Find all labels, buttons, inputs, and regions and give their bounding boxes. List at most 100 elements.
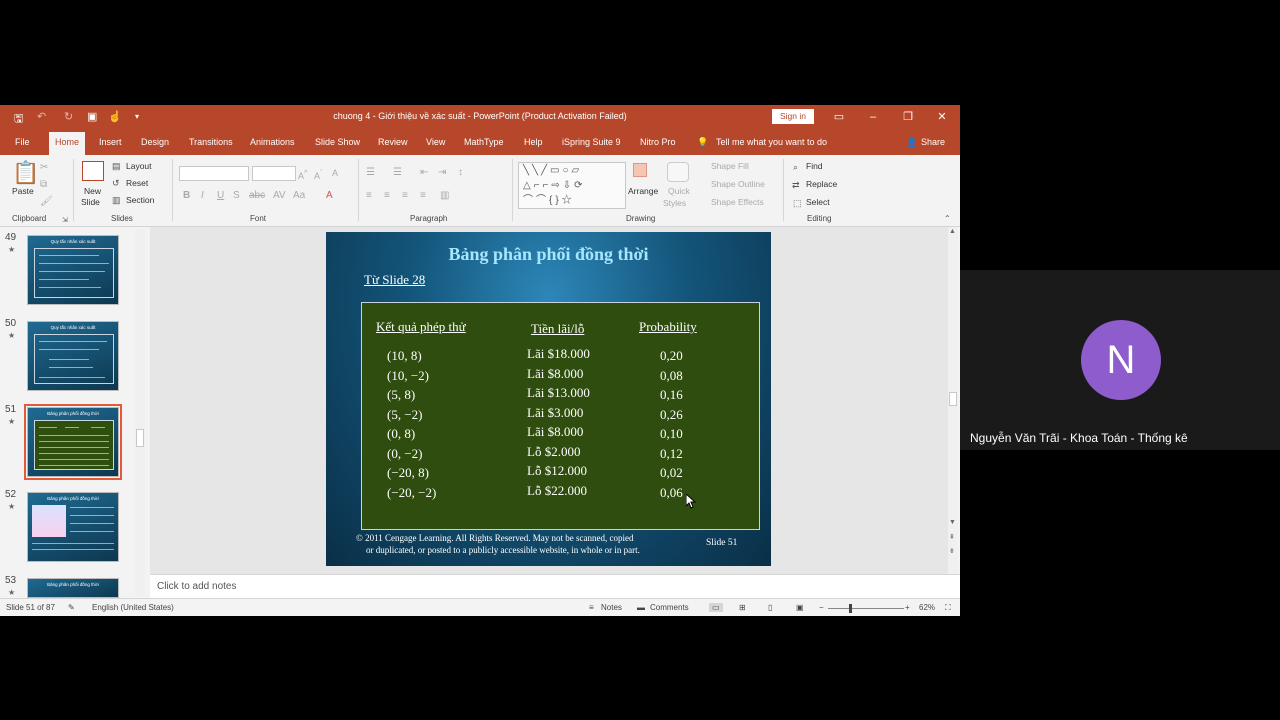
font-size-dropdown[interactable] <box>252 166 296 181</box>
slide-sorter-icon[interactable]: ⊞ <box>739 603 746 612</box>
footer-line-1: © 2011 Cengage Learning. All Rights Rese… <box>356 533 634 543</box>
find-button[interactable]: Find <box>806 161 823 171</box>
thumbnail-slide-52[interactable]: Bảng phân phối đồng thời <box>27 492 119 562</box>
line-spacing-icon[interactable]: ↕ <box>458 167 463 179</box>
editor-scrollbar[interactable]: ▲ ▼ ⇞ ⇟ <box>948 227 958 574</box>
arrange-icon[interactable] <box>633 163 647 177</box>
align-center-icon[interactable]: ≡ <box>384 190 390 202</box>
font-color-icon[interactable]: A <box>326 190 333 202</box>
increase-indent-icon[interactable]: ⇥ <box>438 167 446 179</box>
previous-slide-icon[interactable]: ⇞ <box>949 533 955 541</box>
underline-icon[interactable]: U <box>217 190 224 202</box>
normal-view-icon[interactable]: ▭ <box>709 603 723 612</box>
font-name-dropdown[interactable] <box>179 166 249 181</box>
tab-ispring[interactable]: iSpring Suite 9 <box>562 137 621 147</box>
justify-icon[interactable]: ≡ <box>420 190 426 202</box>
scroll-thumb[interactable] <box>949 392 957 406</box>
tab-slide-show[interactable]: Slide Show <box>315 137 360 147</box>
zoom-slider-thumb[interactable] <box>849 604 852 613</box>
zoom-level[interactable]: 62% <box>919 603 935 612</box>
language-status[interactable]: English (United States) <box>92 603 174 612</box>
tab-insert[interactable]: Insert <box>99 137 122 147</box>
strikethrough-icon[interactable]: abc <box>249 190 265 202</box>
zoom-out-icon[interactable]: − <box>819 603 824 612</box>
decrease-indent-icon[interactable]: ⇤ <box>420 167 428 179</box>
tab-design[interactable]: Design <box>141 137 169 147</box>
zoom-slider[interactable] <box>828 608 904 609</box>
reset-button[interactable]: Reset <box>126 178 148 188</box>
thumbnail-slide-51[interactable]: Bảng phân phối đồng thời <box>24 404 122 480</box>
tab-file[interactable]: File <box>15 137 30 147</box>
scroll-up-icon[interactable]: ▲ <box>949 228 956 235</box>
quick-styles-icon[interactable] <box>667 162 689 182</box>
notes-pane[interactable]: Click to add notes <box>150 574 960 598</box>
shapes-gallery[interactable]: ╲╲╱▭○▱ △⌐⌐⇨⇩⟳ ⌒⌒{}☆ <box>518 162 626 209</box>
new-slide-icon[interactable] <box>82 161 104 181</box>
maximize-icon[interactable]: ❐ <box>900 109 916 125</box>
align-right-icon[interactable]: ≡ <box>402 190 408 202</box>
thumbnail-slide-50[interactable]: Quy tắc nhân xác suất <box>27 321 119 391</box>
italic-icon[interactable]: I <box>201 190 204 202</box>
new-slide-label-2[interactable]: Slide <box>81 197 100 207</box>
cut-icon[interactable]: ✂ <box>40 162 48 174</box>
tab-help[interactable]: Help <box>524 137 543 147</box>
fit-slide-icon[interactable]: ⛶ <box>945 603 951 613</box>
change-case-icon[interactable]: Aa <box>293 190 305 202</box>
slideshow-view-icon[interactable]: ▣ <box>796 603 804 612</box>
bullets-icon[interactable]: ☰ <box>366 167 375 179</box>
align-left-icon[interactable]: ≡ <box>366 190 372 202</box>
share-button[interactable]: Share <box>921 137 945 147</box>
thumbnails-scrollbar[interactable] <box>135 229 145 596</box>
close-icon[interactable]: ✕ <box>934 109 950 125</box>
tab-mathtype[interactable]: MathType <box>464 137 504 147</box>
quick-styles-label-2[interactable]: Styles <box>663 198 686 208</box>
shape-effects-button[interactable]: Shape Effects <box>711 197 764 207</box>
thumbnail-slide-49[interactable]: Quy tắc nhân xác suất <box>27 235 119 305</box>
replace-button[interactable]: Replace <box>806 179 837 189</box>
shadow-icon[interactable]: S <box>233 190 240 202</box>
columns-icon[interactable]: ▥ <box>440 190 449 202</box>
notes-button[interactable]: Notes <box>601 603 622 612</box>
shape-outline-button[interactable]: Shape Outline <box>711 179 765 189</box>
clear-format-icon[interactable]: A <box>332 167 338 179</box>
ribbon-display-icon[interactable]: ▭ <box>831 109 847 125</box>
collapse-ribbon-icon[interactable]: ⌃ <box>944 213 951 225</box>
spacing-icon[interactable]: AV <box>273 190 286 202</box>
tab-home[interactable]: Home <box>49 132 86 155</box>
quick-styles-label-1[interactable]: Quick <box>668 186 690 196</box>
next-slide-icon[interactable]: ⇟ <box>949 547 955 555</box>
bold-icon[interactable]: B <box>183 190 190 202</box>
minimize-icon[interactable]: – <box>865 109 881 125</box>
scroll-thumb[interactable] <box>136 429 144 447</box>
arrange-button[interactable]: Arrange <box>628 186 658 196</box>
zoom-in-icon[interactable]: + <box>905 603 910 612</box>
tab-animations[interactable]: Animations <box>250 137 295 147</box>
tab-review[interactable]: Review <box>378 137 408 147</box>
sign-in-button[interactable]: Sign in <box>772 109 814 124</box>
paste-label[interactable]: Paste <box>12 186 34 196</box>
cell-probability: 0,10 <box>660 426 683 441</box>
paste-icon[interactable]: 📋 <box>12 161 39 185</box>
section-button[interactable]: Section <box>126 195 154 205</box>
shape-fill-button[interactable]: Shape Fill <box>711 161 749 171</box>
comments-button[interactable]: Comments <box>650 603 689 612</box>
group-slides: Slides <box>111 214 133 223</box>
new-slide-label-1[interactable]: New <box>84 186 101 196</box>
current-slide[interactable]: Bảng phân phối đồng thời Từ Slide 28 Kết… <box>326 232 771 566</box>
increase-font-icon[interactable]: A^ <box>298 167 308 182</box>
spellcheck-icon[interactable]: ✎ <box>68 603 75 612</box>
select-button[interactable]: Select <box>806 197 830 207</box>
scroll-down-icon[interactable]: ▼ <box>949 519 956 526</box>
thumbnail-slide-53[interactable]: Bảng phân phối đồng thời <box>27 578 119 598</box>
tab-nitro-pro[interactable]: Nitro Pro <box>640 137 676 147</box>
dialog-launcher-icon[interactable]: ⇲ <box>62 215 68 227</box>
decrease-font-icon[interactable]: Aˇ <box>314 167 323 182</box>
tab-view[interactable]: View <box>426 137 445 147</box>
tell-me-search[interactable]: Tell me what you want to do <box>716 137 827 147</box>
format-painter-icon[interactable]: 🖌 <box>40 196 53 208</box>
copy-icon[interactable]: ⧉ <box>40 179 47 191</box>
tab-transitions[interactable]: Transitions <box>189 137 233 147</box>
numbering-icon[interactable]: ☰ <box>393 167 402 179</box>
reading-view-icon[interactable]: ▯ <box>768 603 772 612</box>
layout-button[interactable]: Layout <box>126 161 152 171</box>
